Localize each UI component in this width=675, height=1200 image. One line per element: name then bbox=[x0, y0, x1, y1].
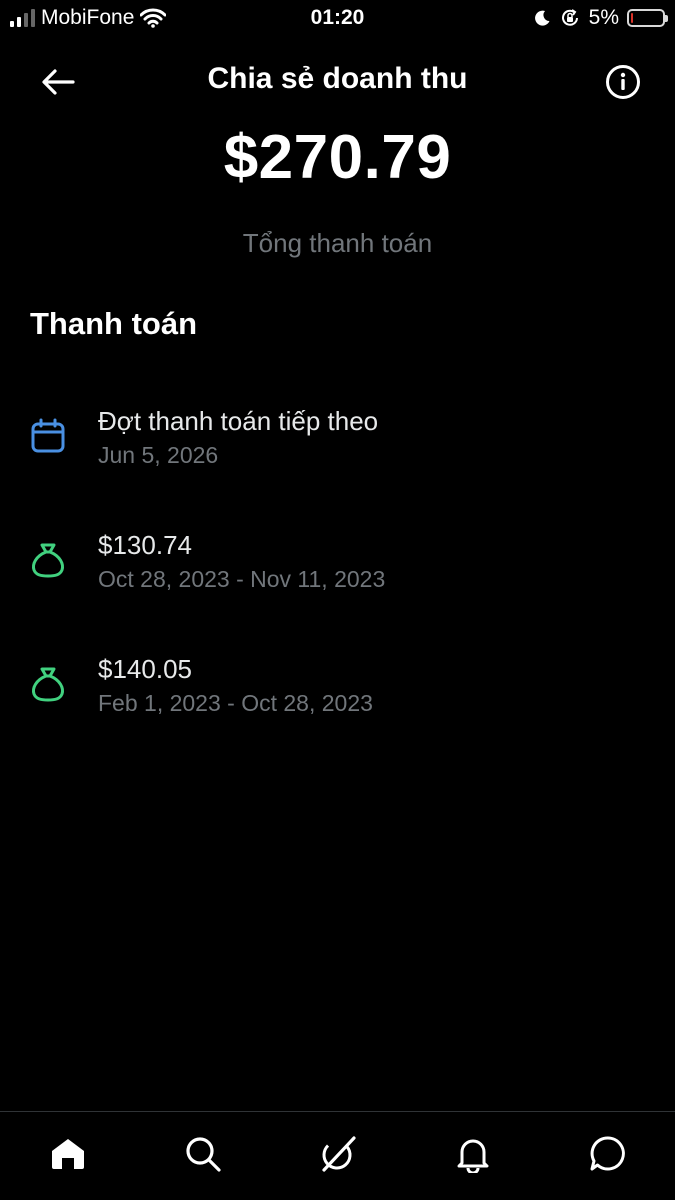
payment-amount: $140.05 bbox=[98, 654, 192, 684]
messages-icon bbox=[590, 1136, 625, 1171]
payments-list: Đợt thanh toán tiếp theo Jun 5, 2026 $13… bbox=[0, 390, 675, 762]
home-icon bbox=[51, 1139, 84, 1169]
info-icon bbox=[606, 65, 640, 99]
total-amount: $270.79 bbox=[223, 123, 452, 192]
rotation-lock-icon bbox=[561, 9, 578, 26]
page-title: Chia sẻ doanh thu bbox=[207, 62, 468, 95]
payment-period: Oct 28, 2023 - Nov 11, 2023 bbox=[98, 566, 386, 592]
total-label: Tổng thanh toán bbox=[242, 228, 433, 258]
info-button[interactable] bbox=[601, 60, 645, 104]
payment-period: Feb 1, 2023 - Oct 28, 2023 bbox=[98, 690, 373, 716]
money-bag-icon bbox=[32, 543, 64, 578]
grok-icon bbox=[321, 1136, 356, 1172]
payment-amount: $130.74 bbox=[98, 530, 192, 560]
moon-icon bbox=[534, 10, 550, 26]
search-icon bbox=[185, 1137, 221, 1172]
nav-messages[interactable] bbox=[578, 1124, 638, 1184]
status-right: 5% bbox=[533, 6, 668, 30]
payment-item[interactable]: $140.05 Feb 1, 2023 - Oct 28, 2023 bbox=[0, 638, 675, 762]
battery-percent: 5% bbox=[588, 6, 619, 29]
nav-search[interactable] bbox=[173, 1124, 233, 1184]
payment-date: Jun 5, 2026 bbox=[98, 442, 219, 468]
next-payment-item[interactable]: Đợt thanh toán tiếp theo Jun 5, 2026 bbox=[0, 390, 675, 514]
bottom-nav bbox=[0, 1111, 675, 1200]
calendar-icon bbox=[31, 418, 65, 453]
payment-item[interactable]: $130.74 Oct 28, 2023 - Nov 11, 2023 bbox=[0, 514, 675, 638]
money-bag-icon bbox=[32, 667, 64, 702]
nav-home[interactable] bbox=[38, 1124, 98, 1184]
status-bar: MobiFone 01:20 5% bbox=[0, 0, 675, 40]
payments-section-title: Thanh toán bbox=[30, 306, 198, 341]
nav-notifications[interactable] bbox=[443, 1124, 503, 1184]
nav-grok[interactable] bbox=[308, 1124, 368, 1184]
notifications-icon bbox=[457, 1139, 488, 1173]
battery-level-fill bbox=[631, 13, 633, 23]
battery-icon bbox=[627, 9, 668, 27]
payment-title: Đợt thanh toán tiếp theo bbox=[98, 406, 379, 436]
header: Chia sẻ doanh thu bbox=[0, 52, 675, 108]
